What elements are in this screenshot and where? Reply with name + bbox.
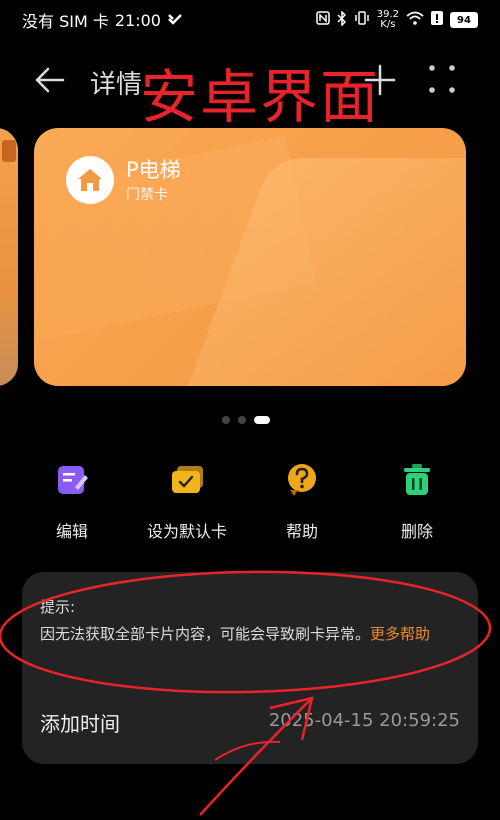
previous-card-tag <box>2 140 16 162</box>
more-options-button[interactable] <box>420 60 464 100</box>
help-button[interactable]: 帮助 <box>242 462 362 542</box>
delete-label: 删除 <box>400 522 433 541</box>
add-card-button[interactable] <box>362 62 398 98</box>
plus-icon <box>364 64 396 96</box>
top-app-bar: 详情 安卓界面 <box>0 48 500 131</box>
edit-icon <box>54 462 90 498</box>
previous-card-peek[interactable] <box>0 128 18 386</box>
card-type: 门禁卡 <box>126 187 168 203</box>
help-label: 帮助 <box>285 522 318 541</box>
battery-indicator: 94 <box>450 12 478 28</box>
set-default-button[interactable]: 设为默认卡 <box>127 462 247 542</box>
nfc-icon <box>315 11 330 29</box>
delete-icon <box>399 462 435 498</box>
pager-dot-active[interactable] <box>254 416 270 424</box>
home-icon <box>66 156 114 204</box>
bluetooth-icon <box>337 9 347 30</box>
card-actions: 编辑 设为默认卡 帮助 删除 <box>0 462 500 542</box>
carrier-text: 没有 SIM 卡 <box>22 12 109 31</box>
carousel-pager <box>222 416 270 424</box>
default-card-icon <box>169 462 205 498</box>
tip-title: 提示: <box>40 598 76 616</box>
added-time-label: 添加时间 <box>40 712 120 736</box>
info-panel: 提示: 因无法获取全部卡片内容，可能会导致刷卡异常。更多帮助 添加时间 2025… <box>22 572 478 764</box>
added-time-value: 2025-04-15 20:59:25 <box>268 710 460 731</box>
annotation-title: 安卓界面 <box>140 63 381 131</box>
edit-label: 编辑 <box>55 522 88 541</box>
pager-dot[interactable] <box>222 416 230 424</box>
help-icon <box>284 462 320 498</box>
clock: 21:00 <box>114 10 161 30</box>
wifi-icon <box>406 11 424 29</box>
edit-button[interactable]: 编辑 <box>12 462 132 542</box>
status-right: 39.2 K/s 94 <box>315 9 478 30</box>
tip-text: 因无法获取全部卡片内容，可能会导致刷卡异常。 <box>40 625 371 643</box>
back-arrow-icon <box>35 67 65 93</box>
set-default-label: 设为默认卡 <box>146 522 227 541</box>
vibrate-icon <box>354 11 370 29</box>
access-card[interactable]: P电梯 门禁卡 <box>34 128 466 386</box>
pager-dot[interactable] <box>238 416 246 424</box>
tip-body: 因无法获取全部卡片内容，可能会导致刷卡异常。更多帮助 <box>40 622 464 646</box>
card-name: P电梯 <box>126 158 181 182</box>
status-bar: 没有 SIM 卡 21:00 39.2 K/s 94 <box>0 0 500 40</box>
more-help-link[interactable]: 更多帮助 <box>370 625 430 643</box>
delete-button[interactable]: 删除 <box>357 462 477 542</box>
status-left: 没有 SIM 卡 21:00 <box>22 8 183 32</box>
alert-icon <box>431 11 443 29</box>
vpn-icon <box>167 11 183 30</box>
net-speed-unit: K/s <box>380 19 396 30</box>
back-button[interactable] <box>32 62 68 98</box>
more-dots-icon <box>429 65 455 93</box>
page-title: 详情 <box>90 70 143 100</box>
net-speed: 39.2 K/s <box>377 10 399 30</box>
